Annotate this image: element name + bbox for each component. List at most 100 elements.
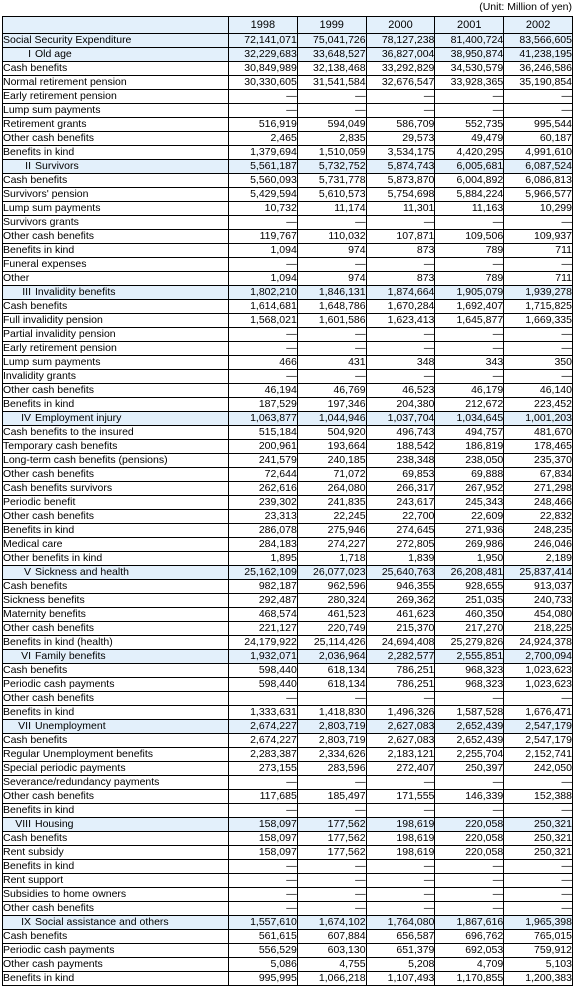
cell-value: —: [503, 803, 573, 818]
cell-value: 171,555: [365, 789, 436, 804]
cell-value: —: [365, 215, 436, 230]
row-label: Benefits in kind: [2, 971, 229, 986]
cell-value: 46,140: [503, 383, 573, 398]
cell-value: 968,323: [434, 663, 505, 678]
cell-value: 30,330,605: [228, 75, 298, 90]
cell-value: —: [365, 775, 436, 790]
row-label: Cash benefits: [2, 61, 229, 76]
row-label-text: Cash benefits survivors: [3, 482, 113, 495]
row-label-text: Unemployment: [35, 720, 106, 733]
row-label: Benefits in kind: [2, 859, 229, 874]
cell-value: 598,440: [228, 663, 298, 678]
cell-value: 466: [228, 355, 298, 370]
cell-value: 481,670: [503, 425, 573, 440]
row-roman-numeral: VI: [21, 650, 31, 663]
cell-value: —: [228, 901, 298, 916]
table-row: Other cash benefits — — — — —: [2, 691, 573, 706]
cell-value: 246,046: [503, 537, 573, 552]
row-label-text: Other cash benefits: [3, 132, 95, 145]
row-label-text: Benefits in kind: [3, 804, 75, 817]
cell-value: 2,627,083: [365, 733, 436, 748]
cell-value: 1,718: [296, 551, 367, 566]
unit-note: (Unit: Million of yen): [479, 1, 572, 13]
cell-value: 5,754,698: [365, 187, 436, 202]
cell-value: 692,053: [434, 943, 505, 958]
table-row: Other cash benefits 117,685 185,497 171,555…: [2, 789, 573, 804]
table-row: Early retirement pension — — — — —: [2, 89, 573, 104]
cell-value: 273,155: [228, 761, 298, 776]
cell-value: —: [365, 859, 436, 874]
cell-value: —: [228, 873, 298, 888]
table-row: V Sickness and health 25,162,109 26,077,023…: [2, 565, 573, 580]
cell-value: 913,037: [503, 579, 573, 594]
cell-value: 24,694,408: [365, 635, 436, 650]
cell-value: 2,835: [296, 131, 367, 146]
cell-value: —: [503, 327, 573, 342]
cell-value: 241,835: [296, 495, 367, 510]
table-row: Other cash payments 5,086 4,755 5,208 4,709 5…: [2, 957, 573, 972]
cell-value: 193,664: [296, 439, 367, 454]
cell-value: 10,299: [503, 201, 573, 216]
cell-value: —: [365, 873, 436, 888]
cell-value: —: [434, 873, 505, 888]
row-label-text: Other cash benefits: [3, 790, 95, 803]
row-label-text: Survivors: [35, 160, 79, 173]
table-row: Benefits in kind — — — — —: [2, 859, 573, 874]
cell-value: 274,227: [296, 537, 367, 552]
cell-value: 496,743: [365, 425, 436, 440]
cell-value: 1,715,825: [503, 299, 573, 314]
cell-value: 5,731,778: [296, 173, 367, 188]
cell-value: 2,674,227: [228, 733, 298, 748]
cell-value: —: [503, 887, 573, 902]
row-label: Other cash benefits: [2, 621, 229, 636]
row-label: Benefits in kind: [2, 145, 229, 160]
header-row: 1998 1999 2000 2001 2002: [2, 16, 573, 34]
cell-value: 1,037,704: [365, 411, 436, 426]
row-label: Cash benefits: [2, 929, 229, 944]
table-row: Benefits in kind — — — — —: [2, 803, 573, 818]
cell-value: 1,614,681: [228, 299, 298, 314]
row-label-text: Early retirement pension: [3, 342, 117, 355]
cell-value: 240,185: [296, 453, 367, 468]
table-row: Benefits in kind 1,379,694 1,510,059 3,534,…: [2, 145, 573, 160]
row-label: II Survivors: [2, 159, 229, 174]
row-label-text: Social assistance and others: [35, 916, 169, 929]
row-label: Other cash payments: [2, 957, 229, 972]
cell-value: 1,669,335: [503, 313, 573, 328]
cell-value: 5,208: [365, 957, 436, 972]
row-label: Long-term cash benefits (pensions): [2, 453, 229, 468]
cell-value: 1,676,471: [503, 705, 573, 720]
cell-value: —: [365, 803, 436, 818]
cell-value: 873: [365, 271, 436, 286]
row-label: Periodic benefit: [2, 495, 229, 510]
cell-value: 1,950: [434, 551, 505, 566]
cell-value: —: [365, 341, 436, 356]
row-label: I Old age: [2, 47, 229, 62]
row-label: Other cash benefits: [2, 691, 229, 706]
column-header-year: 1998: [228, 16, 298, 34]
cell-value: 31,541,584: [296, 75, 367, 90]
cell-value: 25,114,426: [296, 635, 367, 650]
table-row: Lump sum payments 10,732 11,174 11,301 11,16…: [2, 201, 573, 216]
cell-value: 35,190,854: [503, 75, 573, 90]
cell-value: 1,034,645: [434, 411, 505, 426]
row-label-text: Housing: [35, 818, 74, 831]
cell-value: 243,617: [365, 495, 436, 510]
row-roman-numeral: III: [22, 286, 31, 299]
cell-value: —: [503, 369, 573, 384]
table-row: IV Employment injury 1,063,877 1,044,946 1,0…: [2, 411, 573, 426]
row-roman-numeral: II: [25, 160, 31, 173]
cell-value: 69,853: [365, 467, 436, 482]
row-label: Other cash benefits: [2, 901, 229, 916]
cell-value: 350: [503, 355, 573, 370]
row-label-text: Old age: [35, 48, 72, 61]
cell-value: —: [296, 369, 367, 384]
cell-value: 1,867,616: [434, 915, 505, 930]
row-label: Cash benefits: [2, 733, 229, 748]
cell-value: 241,579: [228, 453, 298, 468]
row-label-text: Lump sum payments: [3, 356, 101, 369]
cell-value: —: [228, 103, 298, 118]
table-row: Retirement grants 516,919 594,049 586,709 55…: [2, 117, 573, 132]
cell-value: 2,334,626: [296, 747, 367, 762]
cell-value: —: [434, 215, 505, 230]
